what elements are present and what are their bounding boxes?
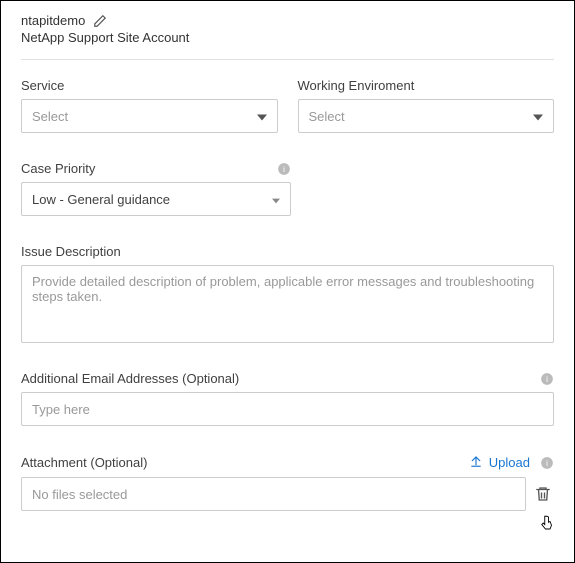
account-header: ntapitdemo: [21, 13, 554, 28]
account-subtitle: NetApp Support Site Account: [21, 30, 554, 45]
case-priority-value: Low - General guidance: [32, 192, 170, 207]
svg-text:i: i: [546, 458, 548, 467]
trash-icon[interactable]: [532, 483, 554, 505]
attachment-input[interactable]: No files selected: [21, 477, 526, 511]
divider: [21, 59, 554, 60]
issue-description-label: Issue Description: [21, 244, 121, 259]
account-name: ntapitdemo: [21, 13, 85, 28]
service-label: Service: [21, 78, 64, 93]
attachment-row: No files selected: [21, 477, 554, 511]
caret-down-icon: [533, 109, 543, 124]
attachment-no-files: No files selected: [32, 487, 127, 502]
issue-description-group: Issue Description: [21, 244, 554, 343]
case-priority-select[interactable]: Low - General guidance: [21, 182, 291, 216]
form-row-top: Service Select Working Enviroment Select: [21, 78, 554, 133]
info-icon[interactable]: i: [540, 456, 554, 470]
info-icon[interactable]: i: [277, 162, 291, 176]
caret-down-icon: [257, 109, 267, 124]
case-priority-label: Case Priority: [21, 161, 95, 176]
service-select[interactable]: Select: [21, 99, 278, 133]
upload-label: Upload: [489, 455, 530, 470]
working-env-group: Working Enviroment Select: [298, 78, 555, 133]
working-env-select[interactable]: Select: [298, 99, 555, 133]
info-icon[interactable]: i: [540, 372, 554, 386]
upload-button[interactable]: Upload: [469, 454, 530, 471]
additional-emails-input[interactable]: [21, 392, 554, 426]
cursor-pointer-icon: [538, 514, 556, 532]
case-priority-group: Case Priority i Low - General guidance: [21, 161, 554, 216]
issue-description-input[interactable]: [21, 265, 554, 343]
caret-down-icon: [272, 192, 280, 207]
edit-icon[interactable]: [93, 14, 107, 28]
additional-emails-group: Additional Email Addresses (Optional) i: [21, 371, 554, 426]
attachment-label: Attachment (Optional): [21, 455, 147, 470]
attachment-group: Attachment (Optional) Upload i No files …: [21, 454, 554, 511]
svg-text:i: i: [546, 374, 548, 383]
additional-emails-label: Additional Email Addresses (Optional): [21, 371, 239, 386]
service-placeholder: Select: [32, 109, 68, 124]
svg-text:i: i: [283, 164, 285, 173]
service-group: Service Select: [21, 78, 278, 133]
working-env-label: Working Enviroment: [298, 78, 415, 93]
upload-icon: [469, 454, 483, 471]
working-env-placeholder: Select: [309, 109, 345, 124]
